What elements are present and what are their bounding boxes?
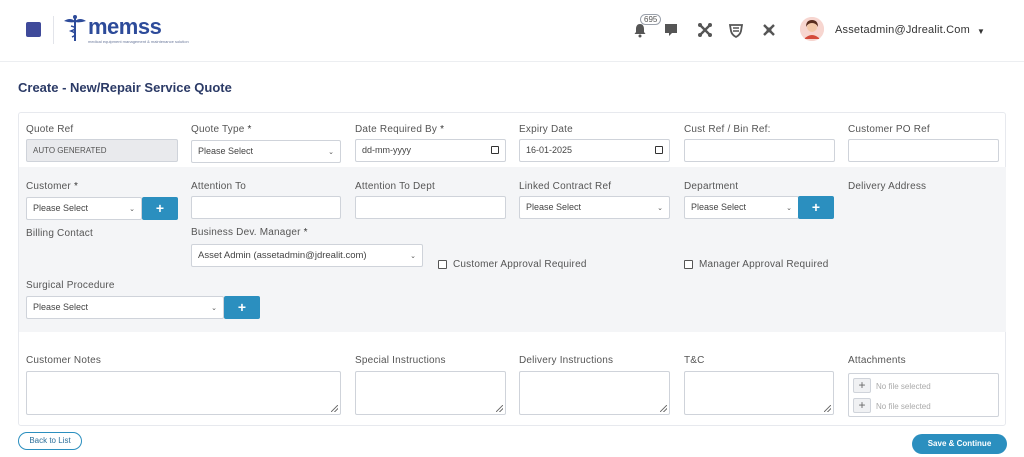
add-customer-button[interactable]: +: [142, 197, 178, 220]
add-file-1-button[interactable]: +: [853, 378, 871, 393]
department-label: Department: [684, 181, 739, 192]
required-mark: *: [440, 124, 445, 135]
quote-ref-value: AUTO GENERATED: [33, 146, 107, 155]
customer-value: Please Select: [33, 203, 89, 213]
file-1-status: No file selected: [876, 382, 931, 391]
resize-handle-icon[interactable]: [496, 405, 503, 412]
avatar-image-icon: [800, 17, 824, 41]
topbar-divider: [53, 16, 54, 44]
attention-to-dept-input[interactable]: [355, 196, 506, 219]
customer-label: Customer *: [26, 181, 78, 192]
department-select[interactable]: Please Select ⌄: [684, 196, 799, 219]
linked-contract-ref-label: Linked Contract Ref: [519, 181, 612, 192]
special-instructions-textarea[interactable]: [355, 371, 506, 415]
surgical-procedure-value: Please Select: [33, 302, 89, 312]
add-surgical-procedure-button[interactable]: +: [224, 296, 260, 319]
caduceus-icon: [64, 15, 86, 41]
logo-tagline: medical equipment management & maintenan…: [88, 39, 189, 44]
department-value: Please Select: [691, 202, 747, 212]
chevron-down-icon: ⌄: [328, 149, 334, 156]
resize-handle-icon[interactable]: [331, 405, 338, 412]
quote-type-label: Quote Type *: [191, 124, 252, 135]
customer-notes-textarea[interactable]: [26, 371, 341, 415]
customer-select[interactable]: Please Select ⌄: [26, 197, 142, 220]
page-title: Create - New/Repair Service Quote: [18, 80, 232, 95]
quote-type-select[interactable]: Please Select ⌄: [191, 140, 341, 163]
expiry-date-input[interactable]: 16-01-2025: [519, 139, 670, 162]
delivery-instructions-textarea[interactable]: [519, 371, 670, 415]
chevron-down-icon: ⌄: [211, 305, 217, 312]
add-department-button[interactable]: +: [798, 196, 834, 219]
date-required-input[interactable]: dd-mm-yyyy: [355, 139, 506, 162]
back-to-list-button[interactable]: Back to List: [18, 432, 82, 450]
quote-type-label-text: Quote Type: [191, 124, 245, 135]
calendar-icon[interactable]: [491, 146, 499, 154]
date-required-label: Date Required By *: [355, 124, 444, 135]
attention-to-dept-label: Attention To Dept: [355, 181, 435, 192]
shield-icon[interactable]: [728, 22, 744, 38]
menu-toggle-icon[interactable]: [26, 22, 41, 37]
tandc-label: T&C: [684, 355, 705, 366]
user-menu-chevron-down-icon[interactable]: ▼: [977, 27, 985, 36]
customer-po-ref-input[interactable]: [848, 139, 999, 162]
required-mark: *: [303, 227, 308, 238]
chevron-down-icon: ⌄: [657, 205, 663, 212]
logo-text: memss: [88, 14, 162, 39]
billing-contact-label: Billing Contact: [26, 228, 93, 239]
resize-handle-icon[interactable]: [824, 405, 831, 412]
calendar-icon[interactable]: [655, 146, 663, 154]
add-file-2-button[interactable]: +: [853, 398, 871, 413]
file-2-status: No file selected: [876, 402, 931, 411]
expiry-date-value: 16-01-2025: [526, 145, 573, 155]
required-mark: *: [247, 124, 252, 135]
cust-ref-label: Cust Ref / Bin Ref:: [684, 124, 771, 135]
customer-notes-label: Customer Notes: [26, 355, 102, 366]
customer-po-ref-label: Customer PO Ref: [848, 124, 930, 135]
delivery-address-label: Delivery Address: [848, 181, 927, 192]
quote-type-value: Please Select: [198, 146, 254, 156]
top-bar: memss medical equipment management & mai…: [0, 0, 1024, 62]
chevron-down-icon: ⌄: [410, 253, 416, 260]
save-and-continue-button[interactable]: Save & Continue: [912, 434, 1007, 454]
special-instructions-label: Special Instructions: [355, 355, 446, 366]
attention-to-label: Attention To: [191, 181, 247, 192]
business-dev-manager-label-text: Business Dev. Manager: [191, 227, 301, 238]
customer-approval-checkbox[interactable]: [438, 260, 447, 269]
linked-contract-ref-value: Please Select: [526, 202, 582, 212]
date-required-value: dd-mm-yyyy: [362, 145, 411, 155]
attachments-label: Attachments: [848, 355, 906, 366]
linked-contract-ref-select[interactable]: Please Select ⌄: [519, 196, 670, 219]
business-dev-manager-select[interactable]: Asset Admin (assetadmin@jdrealit.com) ⌄: [191, 244, 423, 267]
business-dev-manager-value: Asset Admin (assetadmin@jdrealit.com): [198, 250, 367, 261]
notification-count-badge: 695: [640, 14, 662, 25]
message-icon[interactable]: [663, 22, 679, 38]
customer-label-text: Customer: [26, 181, 71, 192]
cust-ref-input[interactable]: [684, 139, 835, 162]
delivery-instructions-label: Delivery Instructions: [519, 355, 614, 366]
surgical-procedure-select[interactable]: Please Select ⌄: [26, 296, 224, 319]
attention-to-input[interactable]: [191, 196, 341, 219]
customer-approval-label[interactable]: Customer Approval Required: [453, 259, 587, 270]
chevron-down-icon: ⌄: [786, 205, 792, 212]
tandc-textarea[interactable]: [684, 371, 834, 415]
app-logo[interactable]: memss medical equipment management & mai…: [62, 12, 189, 46]
resize-handle-icon[interactable]: [660, 405, 667, 412]
surgical-procedure-label: Surgical Procedure: [26, 280, 115, 291]
quote-ref-field: AUTO GENERATED: [26, 139, 178, 162]
expiry-date-label: Expiry Date: [519, 124, 573, 135]
manager-approval-checkbox[interactable]: [684, 260, 693, 269]
manager-approval-label[interactable]: Manager Approval Required: [699, 259, 829, 270]
user-email[interactable]: Assetadmin@Jdrealit.Com: [835, 24, 970, 36]
user-avatar[interactable]: [800, 17, 824, 41]
required-mark: *: [73, 181, 79, 192]
tools-icon[interactable]: [697, 22, 713, 38]
quote-ref-label: Quote Ref: [26, 124, 74, 135]
settings-tools-icon[interactable]: [761, 22, 777, 38]
date-required-label-text: Date Required By: [355, 124, 438, 135]
chevron-down-icon: ⌄: [129, 206, 135, 213]
business-dev-manager-label: Business Dev. Manager *: [191, 227, 308, 238]
